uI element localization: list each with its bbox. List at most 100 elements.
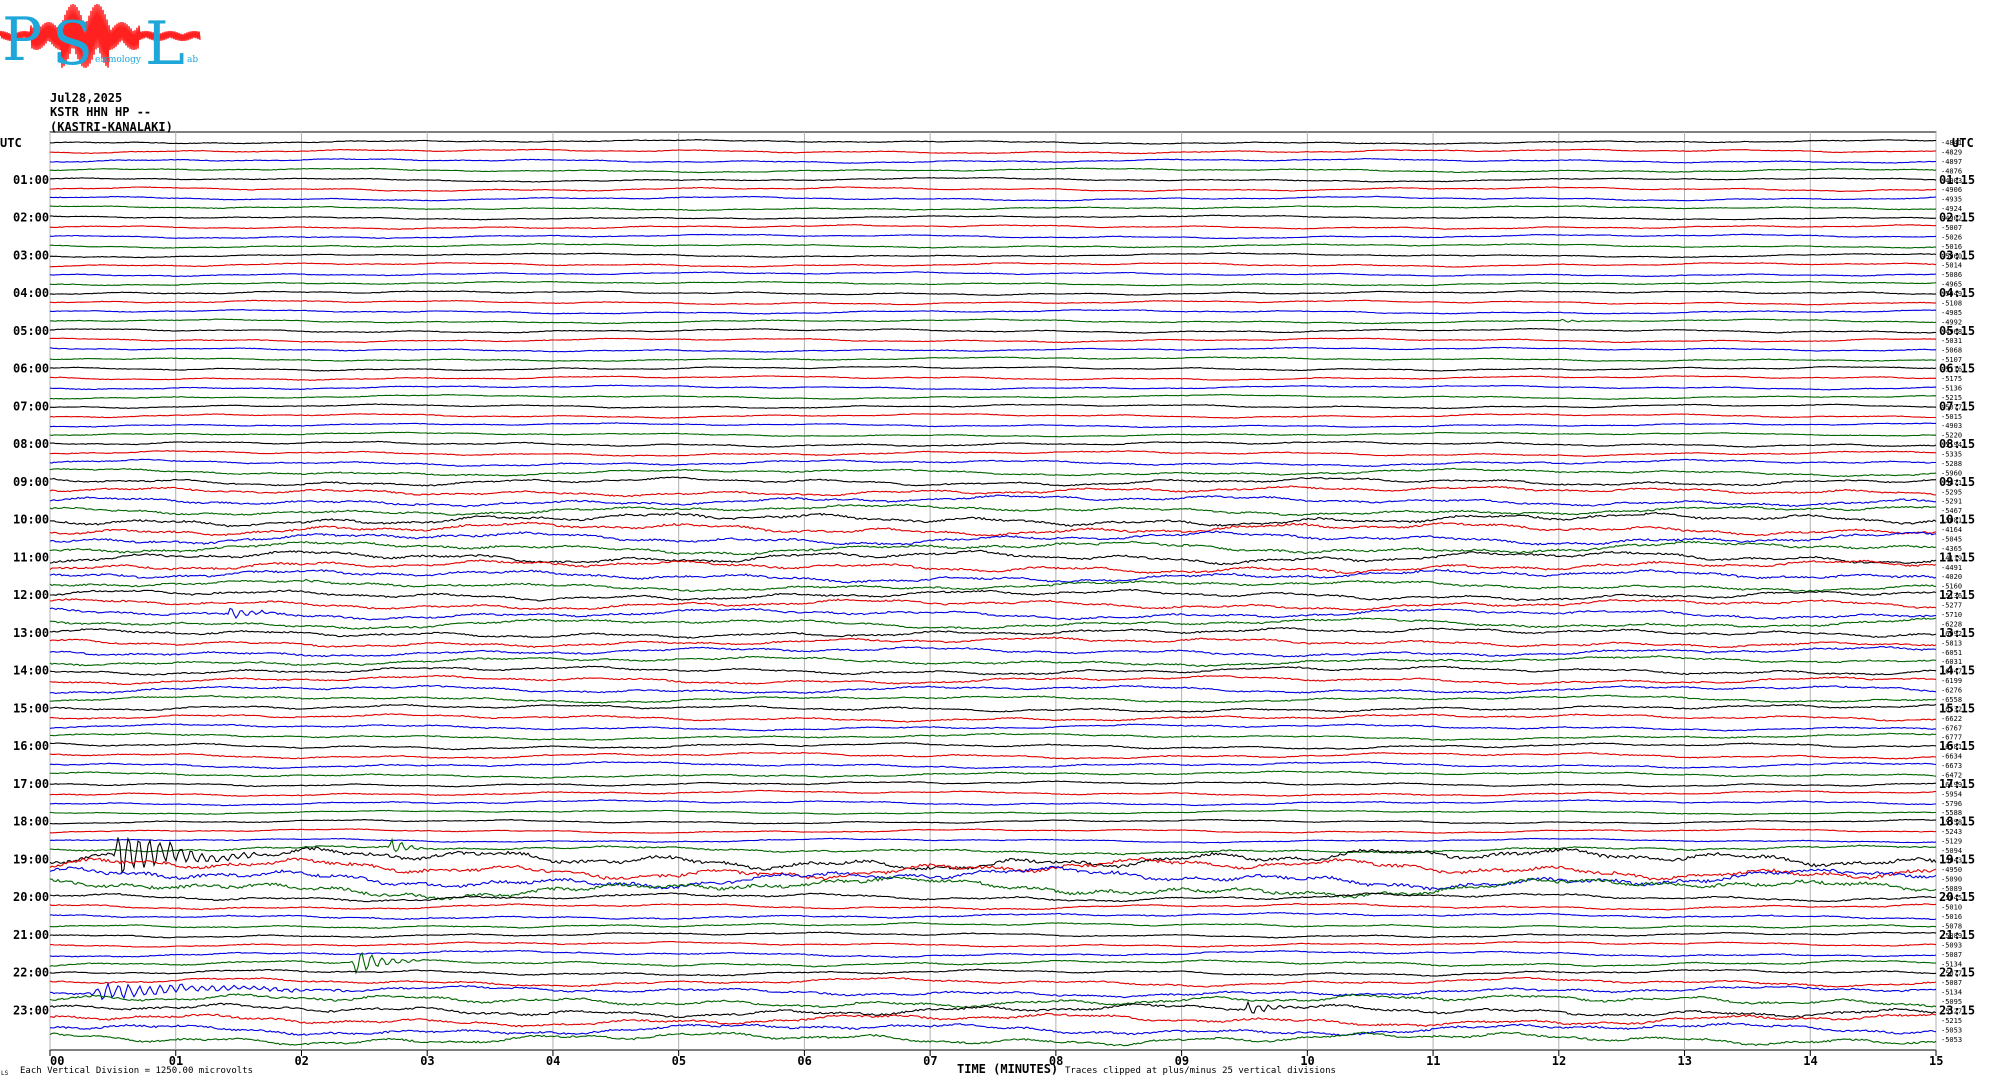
trace-82: [50, 911, 1937, 921]
left-hour-label: 03:00: [13, 248, 49, 262]
right-hour-label: 10:15: [1939, 513, 1975, 527]
right-hour-label: 12:15: [1939, 588, 1975, 602]
x-tick-label: 08: [1049, 1054, 1063, 1068]
trace-51: [50, 617, 1937, 630]
trace-32: [50, 440, 1937, 448]
trace-mean-label: -5134: [1941, 989, 1962, 997]
trace-mean-label: -4903: [1941, 422, 1962, 430]
trace-mean-label: -5136: [1941, 384, 1962, 392]
x-tick-label: 14: [1803, 1054, 1817, 1068]
trace-62: [49, 723, 1937, 732]
trace-30: [49, 422, 1936, 429]
right-hour-label: 04:15: [1939, 286, 1975, 300]
trace-55: [49, 655, 1937, 668]
trace-mean-label: -5086: [1941, 271, 1962, 279]
trace-40: [49, 511, 1937, 528]
trace-84: [49, 931, 1937, 939]
trace-21: [50, 337, 1937, 344]
trace-25: [49, 375, 1937, 381]
left-hour-label: 20:00: [13, 890, 49, 904]
trace-mean-label: -5053: [1941, 1036, 1962, 1044]
trace-0: [49, 139, 1937, 145]
right-hour-label: 19:15: [1939, 852, 1975, 866]
right-hour-label: 14:15: [1939, 664, 1975, 678]
trace-47: [49, 578, 1937, 593]
trace-35: [49, 467, 1937, 478]
trace-86: [49, 949, 1937, 958]
trace-50: [49, 607, 1937, 621]
right-hour-label: 03:15: [1939, 248, 1975, 262]
right-hour-label: 05:15: [1939, 324, 1975, 338]
left-hour-label: 01:00: [13, 173, 49, 187]
trace-26: [49, 384, 1937, 391]
x-tick-label: 01: [169, 1054, 183, 1068]
trace-mean-label: -4950: [1941, 866, 1962, 874]
trace-mean-label: -4829: [1941, 148, 1962, 156]
trace-22: [49, 346, 1937, 353]
trace-mean-label: -5175: [1941, 375, 1962, 383]
left-hour-label: 18:00: [13, 815, 49, 829]
left-hour-label: 04:00: [13, 286, 49, 300]
trace-38: [49, 494, 1937, 508]
trace-90: [49, 981, 1937, 1001]
trace-75: [49, 837, 1937, 856]
left-hour-label: 21:00: [13, 928, 49, 942]
trace-13: [50, 262, 1937, 268]
left-hour-label: 14:00: [13, 664, 49, 678]
trace-73: [49, 828, 1937, 834]
trace-85: [49, 940, 1937, 948]
x-tick-label: 06: [797, 1054, 811, 1068]
trace-15: [49, 280, 1937, 287]
right-hour-label: 20:15: [1939, 890, 1975, 904]
x-tick-label: 10: [1300, 1054, 1314, 1068]
trace-mean-label: -5068: [1941, 347, 1962, 355]
trace-18: [49, 309, 1937, 315]
left-hour-label: 10:00: [13, 513, 49, 527]
x-tick-label: 09: [1175, 1054, 1189, 1068]
trace-80: [49, 892, 1937, 903]
trace-14: [49, 271, 1937, 278]
trace-94: [50, 1022, 1937, 1037]
right-hour-label: 21:15: [1939, 928, 1975, 942]
trace-mean-label: -5796: [1941, 800, 1962, 808]
trace-45: [49, 559, 1937, 575]
right-hour-label: 18:15: [1939, 815, 1975, 829]
trace-24: [49, 365, 1937, 372]
trace-69: [49, 789, 1937, 797]
trace-7: [49, 205, 1937, 211]
right-hour-label: 02:15: [1939, 211, 1975, 225]
trace-mean-label: -5016: [1941, 913, 1962, 921]
trace-mean-label: -6199: [1941, 677, 1962, 685]
trace-8: [49, 214, 1937, 221]
right-hour-label: 09:15: [1939, 475, 1975, 489]
trace-mean-label: -5090: [1941, 875, 1962, 883]
trace-mean-label: -5031: [1941, 337, 1962, 345]
trace-mean-label: -4906: [1941, 186, 1962, 194]
trace-12: [49, 252, 1937, 259]
left-hour-label: 07:00: [13, 399, 49, 413]
trace-57: [49, 674, 1937, 686]
clip-note: Traces clipped at plus/minus 25 vertical…: [1065, 1066, 1336, 1076]
trace-91: [49, 993, 1937, 1009]
seismogram-traces: [49, 139, 1937, 1047]
x-axis-title: TIME (MINUTES): [957, 1062, 1058, 1076]
trace-11: [49, 243, 1937, 249]
right-hour-label: 22:15: [1939, 966, 1975, 980]
trace-mean-label: -4164: [1941, 526, 1962, 534]
trace-64: [49, 742, 1937, 751]
trace-mean-label: -6622: [1941, 715, 1962, 723]
trace-mean-label: -6051: [1941, 649, 1962, 657]
trace-67: [49, 770, 1937, 779]
trace-mean-label: -5026: [1941, 233, 1962, 241]
trace-34: [49, 458, 1936, 467]
trace-mean-label: -5093: [1941, 941, 1962, 949]
trace-49: [49, 598, 1937, 611]
right-hour-label: 11:15: [1939, 550, 1975, 564]
trace-72: [49, 818, 1936, 825]
trace-63: [49, 732, 1937, 741]
trace-mean-label: -5813: [1941, 639, 1962, 647]
x-tick-label: 04: [546, 1054, 560, 1068]
right-hour-label: 15:15: [1939, 701, 1975, 715]
left-hour-label: 11:00: [13, 550, 49, 564]
trace-9: [49, 224, 1937, 230]
